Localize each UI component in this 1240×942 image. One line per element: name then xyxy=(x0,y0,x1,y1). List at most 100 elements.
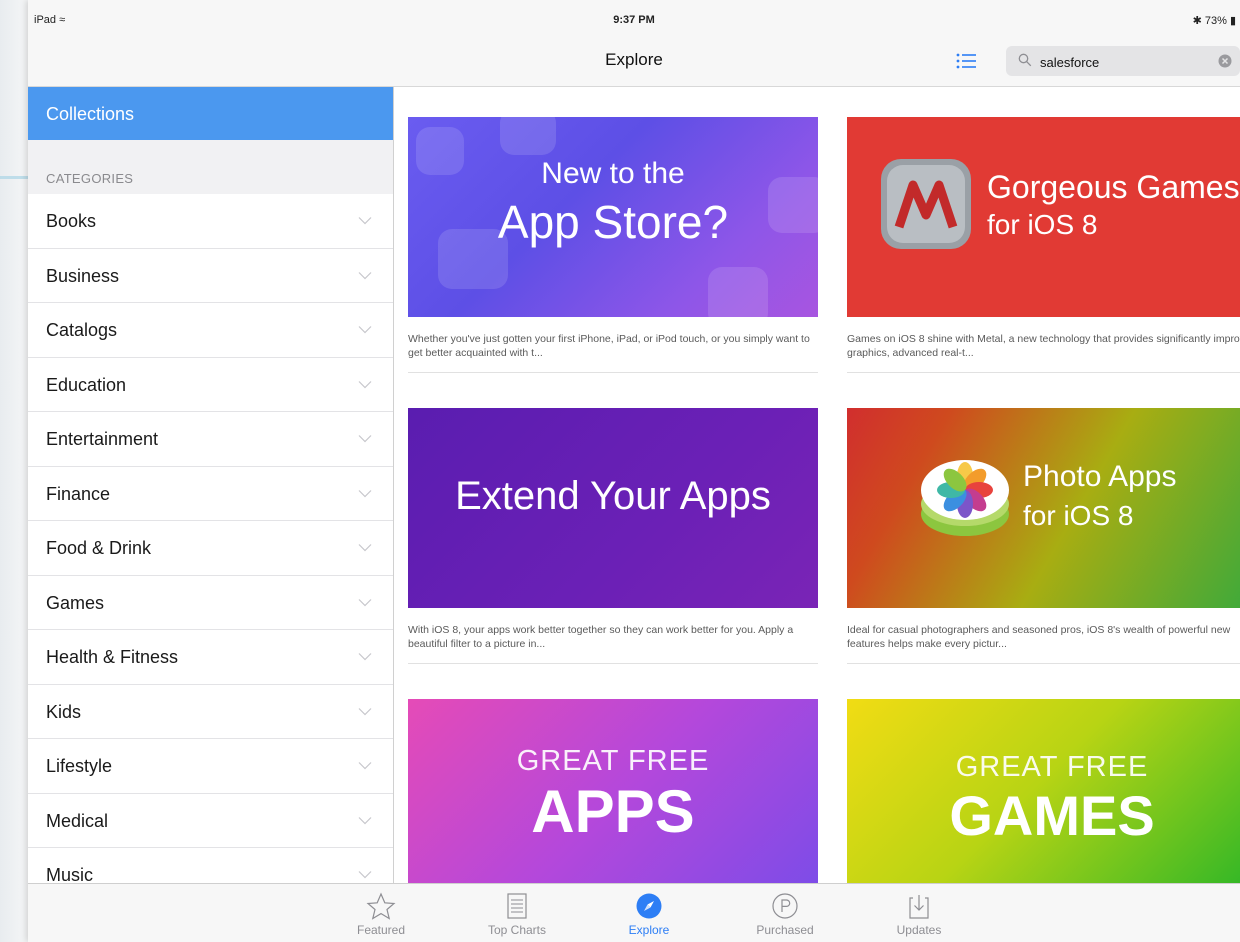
chevron-down-icon xyxy=(358,271,372,279)
banner-title-line1: Gorgeous Games xyxy=(987,169,1240,205)
tab-label: Explore xyxy=(628,923,670,937)
sidebar-item-label: Catalogs xyxy=(46,320,118,340)
compass-icon xyxy=(636,893,662,919)
card-description: Games on iOS 8 shine with Metal, a new t… xyxy=(847,333,1240,359)
tab-purchased[interactable]: Purchased xyxy=(740,892,830,937)
divider xyxy=(847,663,1240,664)
status-time: 9:37 PM xyxy=(613,14,655,26)
banner-title-line1: Extend Your Apps xyxy=(455,474,771,518)
sidebar-item-finance[interactable]: Finance xyxy=(28,467,393,521)
star-icon xyxy=(366,892,396,920)
tab-label: Purchased xyxy=(756,923,814,937)
bezel-highlight xyxy=(0,176,30,179)
chevron-down-icon xyxy=(358,707,372,715)
sidebar-item-label: Health & Fitness xyxy=(46,647,179,667)
status-bar: iPad ≈ 9:37 PM ✱ 73% ▮ xyxy=(28,0,1240,34)
metal-icon xyxy=(881,159,971,249)
chevron-down-icon xyxy=(358,598,372,606)
sidebar-item-books[interactable]: Books xyxy=(28,194,393,249)
categories-header: CATEGORIES xyxy=(46,171,134,186)
search-input[interactable] xyxy=(1038,51,1212,73)
divider xyxy=(408,372,818,373)
sidebar-item-lifestyle[interactable]: Lifestyle xyxy=(28,739,393,794)
banner-title-line1: New to the xyxy=(541,157,685,190)
collection-card-photo-apps[interactable]: Photo Apps for iOS 8 Ideal for casual ph… xyxy=(847,408,1240,664)
search-icon xyxy=(1018,53,1032,67)
sidebar-item-label: Books xyxy=(46,211,97,231)
sidebar-item-medical[interactable]: Medical xyxy=(28,794,393,848)
divider xyxy=(408,663,818,664)
banner-title-line2: for iOS 8 xyxy=(1023,500,1134,531)
sidebar-item-label: Games xyxy=(46,592,105,613)
search-bar[interactable] xyxy=(1006,46,1240,76)
bluetooth-icon: ✱ xyxy=(1192,15,1202,27)
collection-card-great-free-games[interactable]: GREAT FREE GAMES xyxy=(847,699,1240,883)
banner-title-line2: for iOS 8 xyxy=(987,209,1098,240)
sidebar-item-label: Entertainment xyxy=(46,429,159,449)
sidebar-item-education[interactable]: Education xyxy=(28,358,393,412)
clear-search-icon[interactable] xyxy=(1218,54,1232,68)
chevron-down-icon xyxy=(358,762,372,770)
sidebar-item-label: Collections xyxy=(46,104,135,124)
tab-bar: Featured Top Charts Explore Purchased Up… xyxy=(28,883,1240,942)
sidebar-item-business[interactable]: Business xyxy=(28,249,393,303)
sidebar-item-label: Finance xyxy=(46,483,111,504)
sidebar-item-health-and-fitness[interactable]: Health & Fitness xyxy=(28,630,393,685)
card-description: Ideal for casual photographers and seaso… xyxy=(847,624,1231,650)
chevron-down-icon xyxy=(358,217,372,225)
tab-label: Top Charts xyxy=(487,923,547,937)
sidebar-item-games[interactable]: Games xyxy=(28,576,393,630)
collection-card-new-to-app-store[interactable]: New to the App Store? Whether you've jus… xyxy=(408,117,818,373)
chevron-down-icon xyxy=(358,816,372,824)
chevron-down-icon xyxy=(358,326,372,334)
banner-title-line1: GREAT FREE xyxy=(516,745,710,777)
collection-card-gorgeous-games[interactable]: Gorgeous Games for iOS 8 Games on iOS 8 … xyxy=(847,117,1240,373)
map-pin-icon xyxy=(708,267,768,317)
chevron-down-icon xyxy=(358,653,372,661)
sidebar-item-label: Business xyxy=(46,265,120,286)
banner-great-free-games[interactable]: GREAT FREE GAMES xyxy=(847,699,1240,883)
sidebar-item-label: Lifestyle xyxy=(46,756,113,776)
chevron-down-icon xyxy=(358,489,372,497)
sidebar-item-label: Medical xyxy=(46,810,109,831)
purchased-icon xyxy=(772,893,798,919)
sidebar-item-label: Music xyxy=(46,865,94,883)
battery-icon: ▮ xyxy=(1229,15,1236,27)
battery-indicator: ✱ 73% ▮ xyxy=(1192,15,1236,27)
banner-extend-your-apps[interactable]: Extend Your Apps xyxy=(408,408,818,608)
tab-top-charts[interactable]: Top Charts xyxy=(472,892,562,937)
banner-great-free-apps[interactable]: GREAT FREE APPS xyxy=(408,699,818,883)
chevron-down-icon xyxy=(358,544,372,552)
tab-label: Updates xyxy=(896,923,942,937)
tab-explore[interactable]: Explore xyxy=(604,892,694,937)
sidebar-item-food-and-drink[interactable]: Food & Drink xyxy=(28,521,393,576)
banner-photo-apps[interactable]: Photo Apps for iOS 8 xyxy=(847,408,1240,608)
tab-updates[interactable]: Updates xyxy=(874,892,964,937)
banner-gorgeous-games[interactable]: Gorgeous Games for iOS 8 xyxy=(847,117,1240,317)
updates-icon xyxy=(909,895,929,919)
sidebar-item-label: Food & Drink xyxy=(46,538,152,558)
collections-grid: New to the App Store? Whether you've jus… xyxy=(394,87,1240,883)
sidebar-item-collections[interactable]: Collections xyxy=(28,87,393,140)
sidebar-item-catalogs[interactable]: Catalogs xyxy=(28,303,393,358)
tab-label: Featured xyxy=(356,923,406,937)
banner-new-to-app-store[interactable]: New to the App Store? xyxy=(408,117,818,317)
collection-card-great-free-apps[interactable]: GREAT FREE APPS xyxy=(408,699,818,883)
chevron-down-icon xyxy=(358,871,372,879)
banner-title-line1: Photo Apps xyxy=(1023,460,1177,493)
chevron-down-icon xyxy=(358,435,372,443)
sidebar-item-music[interactable]: Music xyxy=(28,848,393,883)
app-tile-icon xyxy=(500,117,556,155)
divider xyxy=(847,372,1240,373)
card-description: With iOS 8, your apps work better togeth… xyxy=(408,624,794,650)
collection-card-extend-your-apps[interactable]: Extend Your Apps With iOS 8, your apps w… xyxy=(408,408,818,664)
banner-title-line2: APPS xyxy=(531,778,695,845)
tab-featured[interactable]: Featured xyxy=(336,892,426,937)
list-view-icon[interactable] xyxy=(956,52,976,70)
list-icon xyxy=(507,893,527,919)
ipad-screen: iPad ≈ 9:37 PM ✱ 73% ▮ Explore salesforc… xyxy=(28,0,1240,942)
sidebar-item-entertainment[interactable]: Entertainment xyxy=(28,412,393,467)
sidebar-item-kids[interactable]: Kids xyxy=(28,685,393,739)
banner-title-line2: GAMES xyxy=(949,784,1155,847)
photos-icon xyxy=(921,460,1009,536)
